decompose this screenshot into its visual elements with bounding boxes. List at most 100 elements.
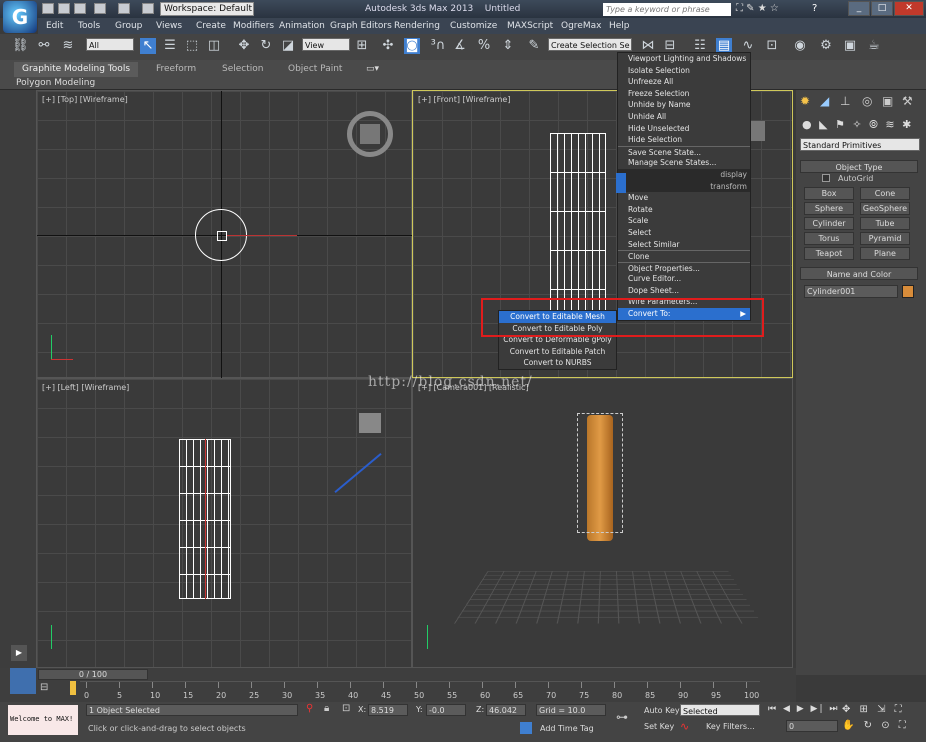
- viewcube-left-icon[interactable]: [359, 413, 381, 433]
- cone-button[interactable]: Cone: [860, 187, 910, 200]
- unlink-icon[interactable]: ⚯: [36, 38, 52, 54]
- save-file-icon[interactable]: [74, 3, 86, 14]
- schematic-view-icon[interactable]: ⊡: [764, 38, 780, 54]
- menu-graph-editors[interactable]: Graph Editors: [330, 21, 392, 31]
- selection-lock-icon[interactable]: 🔒︎: [324, 703, 329, 714]
- angle-snap-icon[interactable]: ∡: [452, 38, 468, 54]
- rectangular-selection-icon[interactable]: ⬚: [184, 38, 200, 54]
- x-coordinate-field[interactable]: 8.519: [368, 704, 408, 716]
- bind-spacewarp-icon[interactable]: ≋: [60, 38, 76, 54]
- viewport-top[interactable]: [+] [Top] [Wireframe]: [36, 90, 413, 379]
- tab-freeform[interactable]: Freeform: [148, 62, 204, 77]
- rendered-frame-icon[interactable]: ▣: [842, 38, 858, 54]
- maximize-button[interactable]: □: [871, 1, 893, 16]
- display-tab-icon[interactable]: ▣: [882, 94, 893, 108]
- percent-snap-icon[interactable]: %: [476, 38, 492, 54]
- set-key-button[interactable]: Set Key: [644, 722, 674, 731]
- teapot-button[interactable]: Teapot: [804, 247, 854, 260]
- search-input[interactable]: Type a keyword or phrase: [603, 3, 731, 16]
- select-manipulate-icon[interactable]: ✣: [380, 38, 396, 54]
- menu-hide-unselected[interactable]: Hide Unselected: [618, 123, 750, 135]
- autogrid-checkbox[interactable]: [822, 174, 830, 182]
- project-folder-icon[interactable]: [142, 3, 154, 14]
- menu-object-properties[interactable]: Object Properties...: [618, 261, 750, 274]
- menu-animation[interactable]: Animation: [279, 21, 325, 31]
- utilities-tab-icon[interactable]: ⚒: [902, 94, 913, 108]
- track-bar-filter-icon[interactable]: ⊟: [40, 682, 56, 696]
- infocenter-icons[interactable]: ⛶ ✎ ★ ☆: [736, 3, 779, 14]
- time-tag-icon[interactable]: [520, 722, 532, 734]
- tab-graphite-modeling-tools[interactable]: Graphite Modeling Tools: [14, 62, 139, 77]
- viewport-left-label[interactable]: [+] [Left] [Wireframe]: [42, 383, 129, 392]
- undo-icon[interactable]: [94, 3, 106, 14]
- window-crossing-icon[interactable]: ◫: [206, 38, 222, 54]
- menu-rendering[interactable]: Rendering: [394, 21, 440, 31]
- menu-create[interactable]: Create: [196, 21, 226, 31]
- hierarchy-tab-icon[interactable]: ⊥: [840, 94, 850, 108]
- object-name-input[interactable]: Cylinder001: [804, 285, 898, 298]
- sphere-button[interactable]: Sphere: [804, 202, 854, 215]
- minimize-button[interactable]: _: [848, 1, 870, 16]
- playback-controls-icon[interactable]: ⏮ ◀ ▶ ▶| ⏭: [768, 704, 839, 714]
- time-slider[interactable]: 0 / 100: [38, 669, 148, 680]
- app-logo-icon[interactable]: G: [3, 1, 37, 33]
- pyramid-button[interactable]: Pyramid: [860, 232, 910, 245]
- auto-key-button[interactable]: Auto Key: [644, 706, 680, 715]
- menu-help[interactable]: Help: [609, 21, 630, 31]
- redo-icon[interactable]: [118, 3, 130, 14]
- menu-dope-sheet[interactable]: Dope Sheet...: [618, 285, 750, 297]
- menu-views[interactable]: Views: [156, 21, 182, 31]
- geosphere-button[interactable]: GeoSphere: [860, 202, 910, 215]
- menu-manage-scene-states[interactable]: Manage Scene States...: [618, 157, 750, 169]
- menu-hide-selection[interactable]: Hide Selection: [618, 134, 750, 146]
- menu-maxscript[interactable]: MAXScript: [507, 21, 553, 31]
- ribbon-options-icon[interactable]: ▭▾: [366, 64, 379, 74]
- convert-nurbs[interactable]: Convert to NURBS: [499, 357, 616, 369]
- edit-named-selection-icon[interactable]: ✎: [526, 38, 542, 54]
- object-color-swatch[interactable]: [902, 285, 914, 298]
- menu-unhide-all[interactable]: Unhide All: [618, 111, 750, 123]
- plane-button[interactable]: Plane: [860, 247, 910, 260]
- menu-scale[interactable]: Scale: [618, 215, 750, 227]
- modify-tab-icon[interactable]: ◢: [820, 94, 829, 108]
- create-tab-icon[interactable]: ✹: [800, 94, 810, 108]
- rollout-name-and-color[interactable]: Name and Color: [800, 267, 918, 280]
- menu-unfreeze-all[interactable]: Unfreeze All: [618, 76, 750, 88]
- menu-edit[interactable]: Edit: [46, 21, 63, 31]
- viewport-navigation-icons[interactable]: ✥ ⊞ ⇲ ⛶: [842, 704, 905, 715]
- box-button[interactable]: Box: [804, 187, 854, 200]
- material-editor-icon[interactable]: ◉: [792, 38, 808, 54]
- current-frame-field[interactable]: 0: [786, 720, 838, 732]
- tab-object-paint[interactable]: Object Paint: [280, 62, 350, 77]
- menu-modifiers[interactable]: Modifiers: [233, 21, 274, 31]
- key-filters-button[interactable]: Key Filters...: [706, 722, 755, 731]
- scale-icon[interactable]: ◪: [280, 38, 296, 54]
- menu-move[interactable]: Move: [618, 192, 750, 204]
- menu-viewport-lighting[interactable]: Viewport Lighting and Shadows: [618, 53, 750, 65]
- key-mode-dropdown[interactable]: Selected: [680, 704, 760, 716]
- menu-select[interactable]: Select: [618, 227, 750, 239]
- viewport-top-label[interactable]: [+] [Top] [Wireframe]: [42, 95, 128, 104]
- torus-button[interactable]: Torus: [804, 232, 854, 245]
- menu-select-similar[interactable]: Select Similar: [618, 239, 750, 251]
- menu-customize[interactable]: Customize: [450, 21, 497, 31]
- track-bar[interactable]: 0 5 10 15 20 25 30 35 40 45 50 55 60 65 70 75 80 85 90 95 10…: [80, 681, 760, 701]
- viewport-camera[interactable]: [+] [Camera001] [Realistic]: [412, 378, 793, 668]
- primitive-type-dropdown[interactable]: Standard Primitives: [800, 138, 920, 151]
- z-coordinate-field[interactable]: 46.042: [486, 704, 526, 716]
- menu-ogremax[interactable]: OgreMax: [561, 21, 601, 31]
- tab-selection[interactable]: Selection: [214, 62, 271, 77]
- menu-group[interactable]: Group: [115, 21, 142, 31]
- ribbon-panel-polygon-modeling[interactable]: Polygon Modeling: [16, 78, 95, 88]
- select-object-icon[interactable]: ↖: [140, 38, 156, 54]
- named-selection-set-dropdown[interactable]: Create Selection Se: [548, 38, 632, 51]
- viewport-layout-icon[interactable]: [10, 668, 36, 694]
- close-button[interactable]: ✕: [894, 1, 924, 16]
- maxscript-play-icon[interactable]: ▶: [11, 645, 27, 661]
- menu-freeze-selection[interactable]: Freeze Selection: [618, 88, 750, 100]
- new-file-icon[interactable]: [42, 3, 54, 14]
- menu-clone[interactable]: Clone: [618, 250, 750, 262]
- spinner-snap-icon[interactable]: ⇕: [500, 38, 516, 54]
- reference-coordinate-dropdown[interactable]: View: [302, 38, 350, 51]
- open-file-icon[interactable]: [58, 3, 70, 14]
